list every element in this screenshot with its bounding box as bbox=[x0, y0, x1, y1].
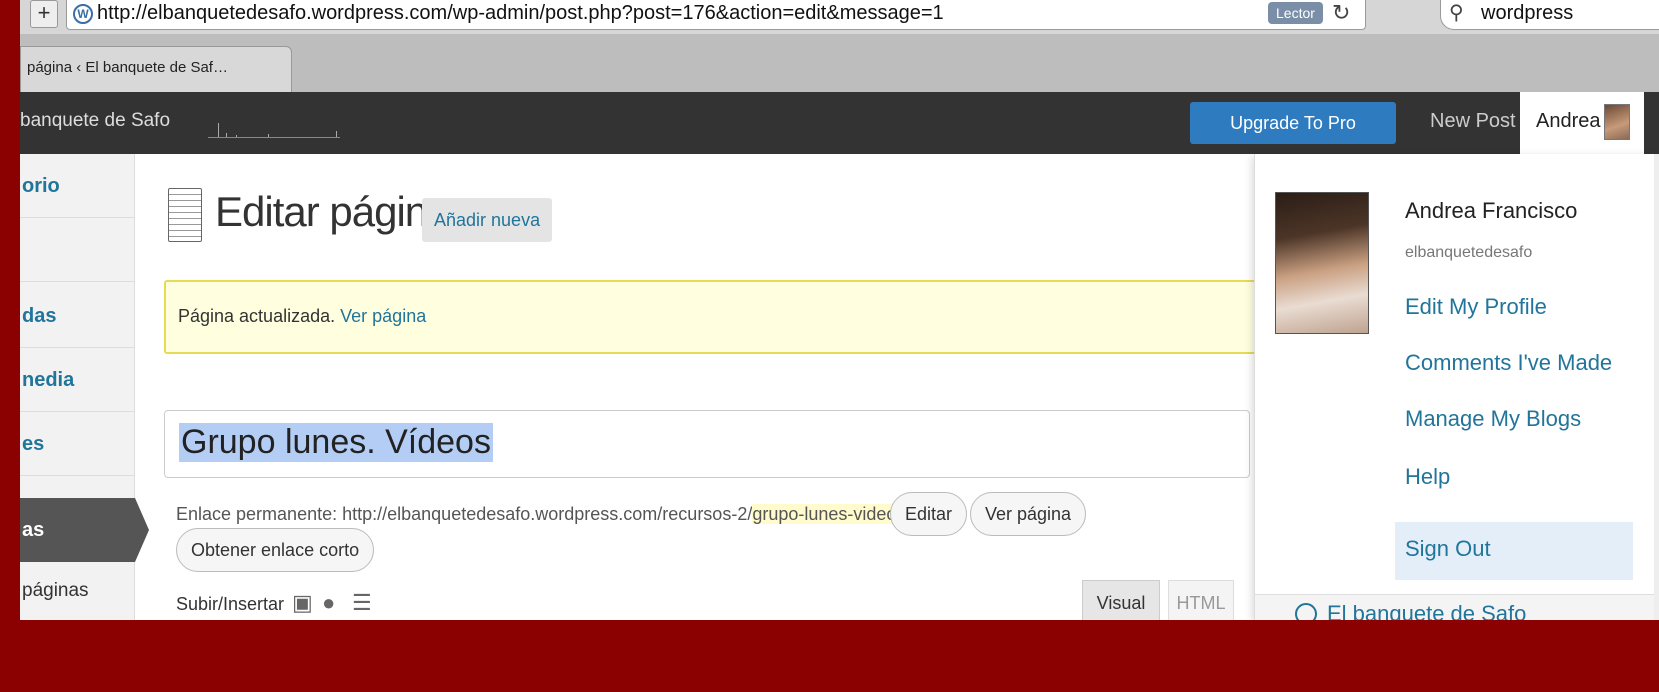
right-edge bbox=[1654, 154, 1659, 620]
sidebar-item-media[interactable]: nedia bbox=[20, 348, 135, 412]
new-post-link[interactable]: New Post bbox=[1430, 110, 1516, 133]
sidebar-item-entries[interactable]: das bbox=[20, 284, 135, 348]
blog-link[interactable]: El banquete de Safo bbox=[1327, 601, 1526, 620]
get-shortlink-button[interactable]: Obtener enlace corto bbox=[176, 528, 375, 572]
tab-bar: página ‹ El banquete de Saf… bbox=[20, 34, 1659, 92]
notice-text: Página actualizada. bbox=[178, 306, 336, 326]
wordpress-logo-icon: W bbox=[73, 4, 93, 24]
add-list-icon[interactable]: ☰ bbox=[352, 590, 372, 616]
new-tab-button[interactable]: + bbox=[30, 0, 58, 28]
manage-blogs-link[interactable]: Manage My Blogs bbox=[1405, 406, 1581, 432]
upload-insert-label: Subir/Insertar bbox=[176, 594, 285, 614]
edit-profile-link[interactable]: Edit My Profile bbox=[1405, 294, 1547, 320]
url-text: http://elbanquetedesafo.wordpress.com/wp… bbox=[97, 2, 944, 24]
search-icon: ⚲ bbox=[1449, 2, 1464, 24]
sidebar-item-pages[interactable]: as bbox=[20, 498, 135, 562]
add-image-icon[interactable]: ▣ bbox=[292, 590, 313, 616]
permalink-prefix: Enlace permanente: http://elbanquetedesa… bbox=[176, 504, 753, 524]
sidebar-item-blank[interactable] bbox=[20, 218, 135, 282]
profile-username: elbanquetedesafo bbox=[1405, 244, 1533, 261]
user-name-label: Andrea bbox=[1536, 110, 1601, 132]
comments-made-link[interactable]: Comments I've Made bbox=[1405, 350, 1612, 376]
add-media-icon[interactable]: ● bbox=[322, 590, 335, 616]
upgrade-to-pro-button[interactable]: Upgrade To Pro bbox=[1190, 102, 1396, 144]
post-title-value: Grupo lunes. Vídeos bbox=[179, 423, 493, 462]
page-icon bbox=[168, 188, 202, 242]
address-bar: + W http://elbanquetedesafo.wordpress.co… bbox=[20, 0, 1659, 34]
dropdown-footer: El banquete de Safo bbox=[1255, 594, 1654, 620]
site-name-link[interactable]: banquete de Safo bbox=[20, 110, 170, 132]
view-page-button[interactable]: Ver página bbox=[970, 492, 1087, 536]
sign-out-link[interactable]: Sign Out bbox=[1405, 536, 1491, 562]
browser-tab[interactable]: página ‹ El banquete de Saf… bbox=[20, 46, 292, 92]
tab-html[interactable]: HTML bbox=[1168, 580, 1234, 620]
reload-icon[interactable]: ↻ bbox=[1332, 0, 1350, 26]
browser-window: + W http://elbanquetedesafo.wordpress.co… bbox=[20, 0, 1659, 620]
page-title: Editar página bbox=[215, 188, 451, 235]
search-field[interactable]: ⚲ wordpress bbox=[1440, 0, 1659, 30]
active-arrow-icon bbox=[135, 498, 149, 562]
stats-sparkline[interactable] bbox=[208, 114, 340, 138]
blog-icon bbox=[1295, 603, 1317, 620]
admin-sidebar: orio das nedia es as páginas bbox=[20, 154, 149, 620]
tab-title: página ‹ El banquete de Saf… bbox=[27, 59, 228, 76]
sidebar-item-links[interactable]: es bbox=[20, 412, 135, 476]
search-value: wordpress bbox=[1481, 2, 1574, 24]
add-new-button[interactable]: Añadir nueva bbox=[422, 198, 553, 242]
edit-permalink-button[interactable]: Editar bbox=[890, 492, 968, 536]
admin-bar: banquete de Safo Upgrade To Pro New Post… bbox=[20, 92, 1659, 154]
profile-full-name: Andrea Francisco bbox=[1405, 198, 1578, 223]
avatar bbox=[1604, 104, 1630, 140]
url-field[interactable]: W http://elbanquetedesafo.wordpress.com/… bbox=[66, 0, 1366, 30]
tab-visual[interactable]: Visual bbox=[1082, 580, 1160, 620]
sign-out-row[interactable]: Sign Out bbox=[1395, 522, 1633, 580]
profile-photo bbox=[1275, 192, 1369, 334]
reader-button[interactable]: Lector bbox=[1268, 2, 1323, 24]
help-link[interactable]: Help bbox=[1405, 464, 1450, 490]
view-page-link[interactable]: Ver página bbox=[340, 306, 426, 326]
post-title-input[interactable]: Grupo lunes. Vídeos bbox=[164, 410, 1250, 478]
permalink-slug[interactable]: grupo-lunes-videos bbox=[752, 504, 906, 524]
user-dropdown: Andrea Francisco elbanquetedesafo Edit M… bbox=[1254, 154, 1654, 620]
permalink-row: Enlace permanente: http://elbanquetedesa… bbox=[176, 504, 910, 525]
submenu-item-pages[interactable]: páginas bbox=[22, 580, 89, 602]
user-menu-toggle[interactable]: Andrea bbox=[1520, 92, 1644, 154]
sidebar-item-dashboard[interactable]: orio bbox=[20, 154, 135, 218]
notice-message: Página actualizada. Ver página bbox=[178, 306, 426, 327]
